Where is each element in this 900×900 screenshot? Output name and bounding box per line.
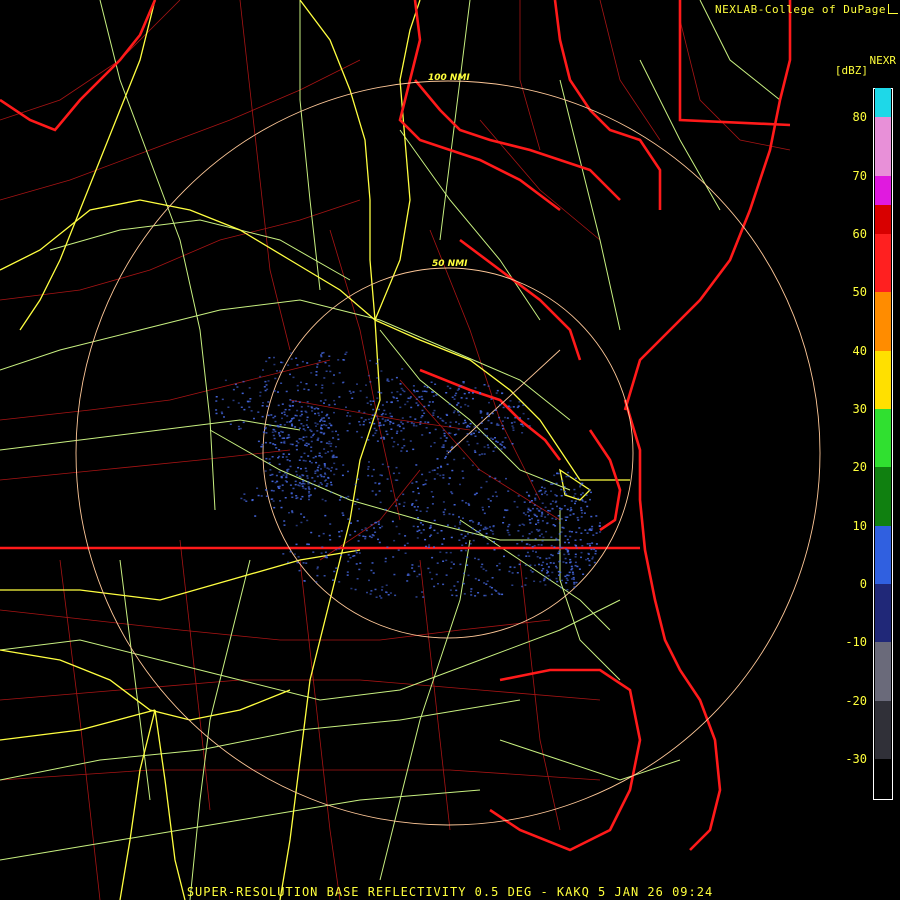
color-scale-tick-label: 70 [852,168,867,183]
color-scale-segment [875,88,891,118]
color-scale-tick-label: 0 [859,577,867,592]
color-scale-segment [875,584,891,643]
color-scale-tick-label: 50 [852,285,867,300]
radar-map [0,0,821,900]
secondary-roads [0,0,781,900]
state-borders [0,0,792,852]
color-scale-segment [875,467,891,526]
credit-label: NEXLAB-College of DuPage [715,3,886,16]
color-scale-segment [875,233,891,293]
color-scale-tick-label: 60 [852,226,867,241]
units-label: [dBZ] [834,64,868,77]
color-scale-tick-label: 10 [852,518,867,533]
product-title: SUPER-RESOLUTION BASE REFLECTIVITY 0.5 D… [186,885,714,899]
color-scale-tick-label: 20 [852,460,867,475]
color-scale-segment [875,525,891,585]
color-scale-segment [875,700,891,760]
color-scale-tick-label: 40 [852,343,867,358]
inner-ring-label: 50 NMI [432,259,468,269]
color-scale-tick-label: 80 [852,110,867,125]
color-scale-segment [875,642,891,701]
color-scale-tick-label: -10 [845,635,867,650]
county-borders [0,0,791,900]
color-scale-segment [875,408,891,468]
color-scale-segment [875,175,891,205]
color-scale-segment [875,350,891,409]
external-link-icon [888,4,898,14]
outer-ring-label: 100 NMI [428,73,470,83]
color-scale-tick-label: 30 [852,401,867,416]
range-rings [75,80,821,826]
color-scale-segment [875,204,891,234]
color-scale-segment [875,292,891,351]
color-scale-tick-label: -20 [845,693,867,708]
product-label: NEXR [869,54,897,67]
color-scale-segment [875,117,891,176]
color-scale-tick-label: -30 [845,752,867,767]
color-scale-bar [873,88,893,800]
